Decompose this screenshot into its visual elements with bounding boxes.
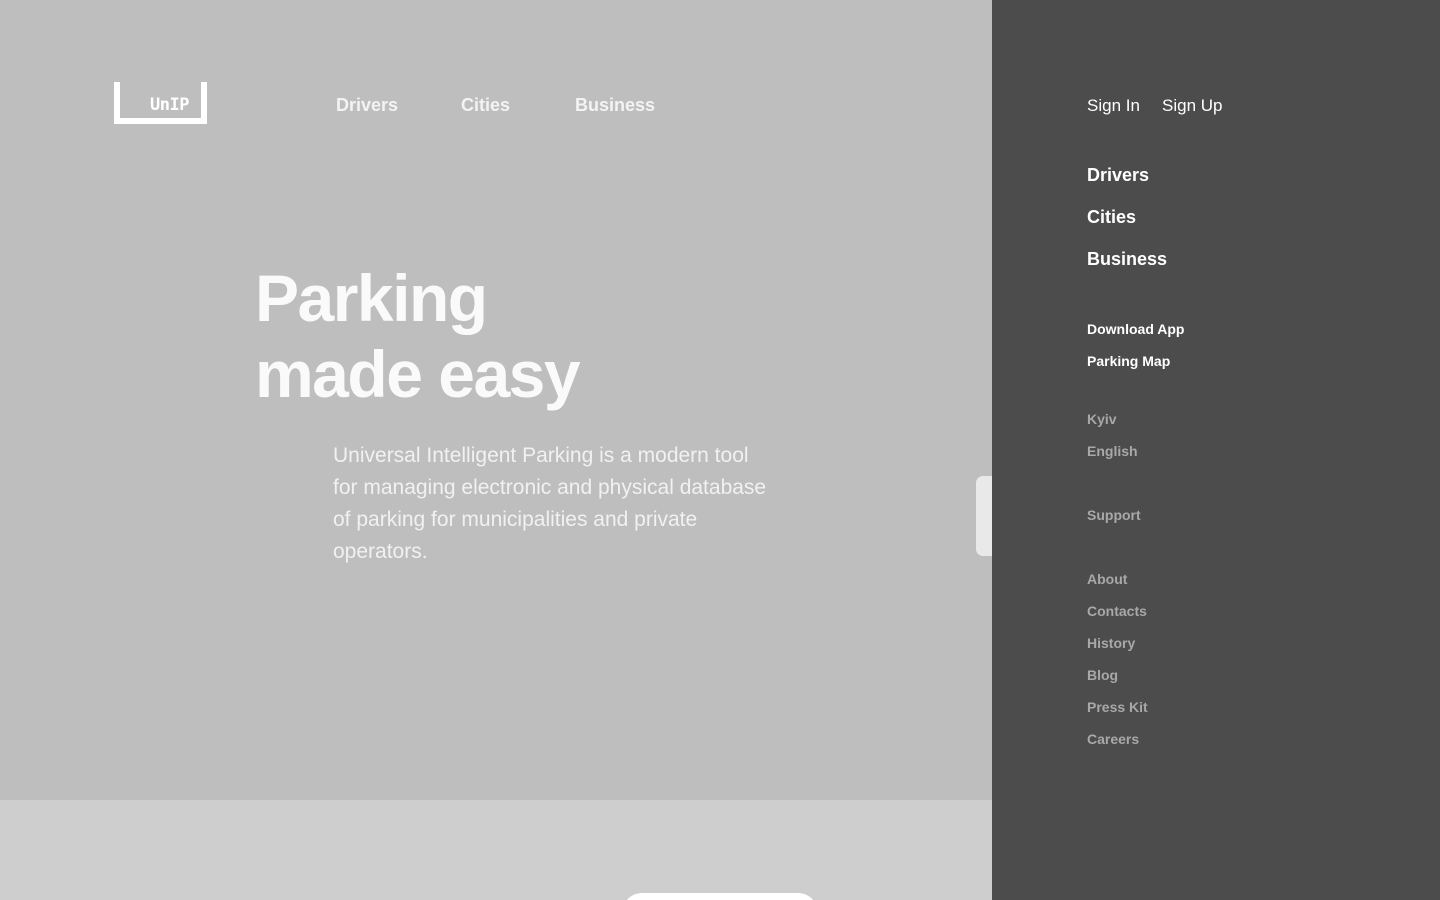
contacts-link[interactable]: Contacts: [1087, 603, 1147, 619]
city-selector[interactable]: Kyiv: [1087, 411, 1117, 427]
blog-link[interactable]: Blog: [1087, 667, 1118, 683]
sign-in-link[interactable]: Sign In: [1087, 96, 1140, 116]
support-link[interactable]: Support: [1087, 507, 1141, 523]
hero-headline: Parking made easy: [255, 260, 581, 412]
about-link[interactable]: About: [1087, 571, 1127, 587]
sign-up-link[interactable]: Sign Up: [1162, 96, 1222, 116]
cta-button-partial[interactable]: [622, 893, 818, 900]
download-app-link[interactable]: Download App: [1087, 321, 1184, 337]
headline-line-2: made easy: [255, 337, 581, 411]
lower-section: [0, 800, 992, 900]
drawer-link-cities[interactable]: Cities: [1087, 207, 1136, 228]
press-kit-link[interactable]: Press Kit: [1087, 699, 1148, 715]
drawer-link-business[interactable]: Business: [1087, 249, 1167, 270]
logo-link[interactable]: UnIP: [114, 82, 207, 124]
logo-text: UnIP: [150, 95, 189, 115]
history-link[interactable]: History: [1087, 635, 1135, 651]
parking-map-link[interactable]: Parking Map: [1087, 353, 1170, 369]
nav-link-cities[interactable]: Cities: [461, 95, 510, 116]
main-page: UnIP Drivers Cities Business Parking mad…: [0, 0, 992, 900]
hero-section: UnIP Drivers Cities Business Parking mad…: [0, 0, 992, 800]
careers-link[interactable]: Careers: [1087, 731, 1139, 747]
nav-link-business[interactable]: Business: [575, 95, 655, 116]
language-selector[interactable]: English: [1087, 443, 1138, 459]
nav-link-drivers[interactable]: Drivers: [336, 95, 398, 116]
headline-line-1: Parking: [255, 261, 488, 335]
side-drawer-menu: Sign In Sign Up Drivers Cities Business …: [992, 0, 1440, 900]
hero-description: Universal Intelligent Parking is a moder…: [333, 444, 767, 563]
drawer-link-drivers[interactable]: Drivers: [1087, 165, 1149, 186]
